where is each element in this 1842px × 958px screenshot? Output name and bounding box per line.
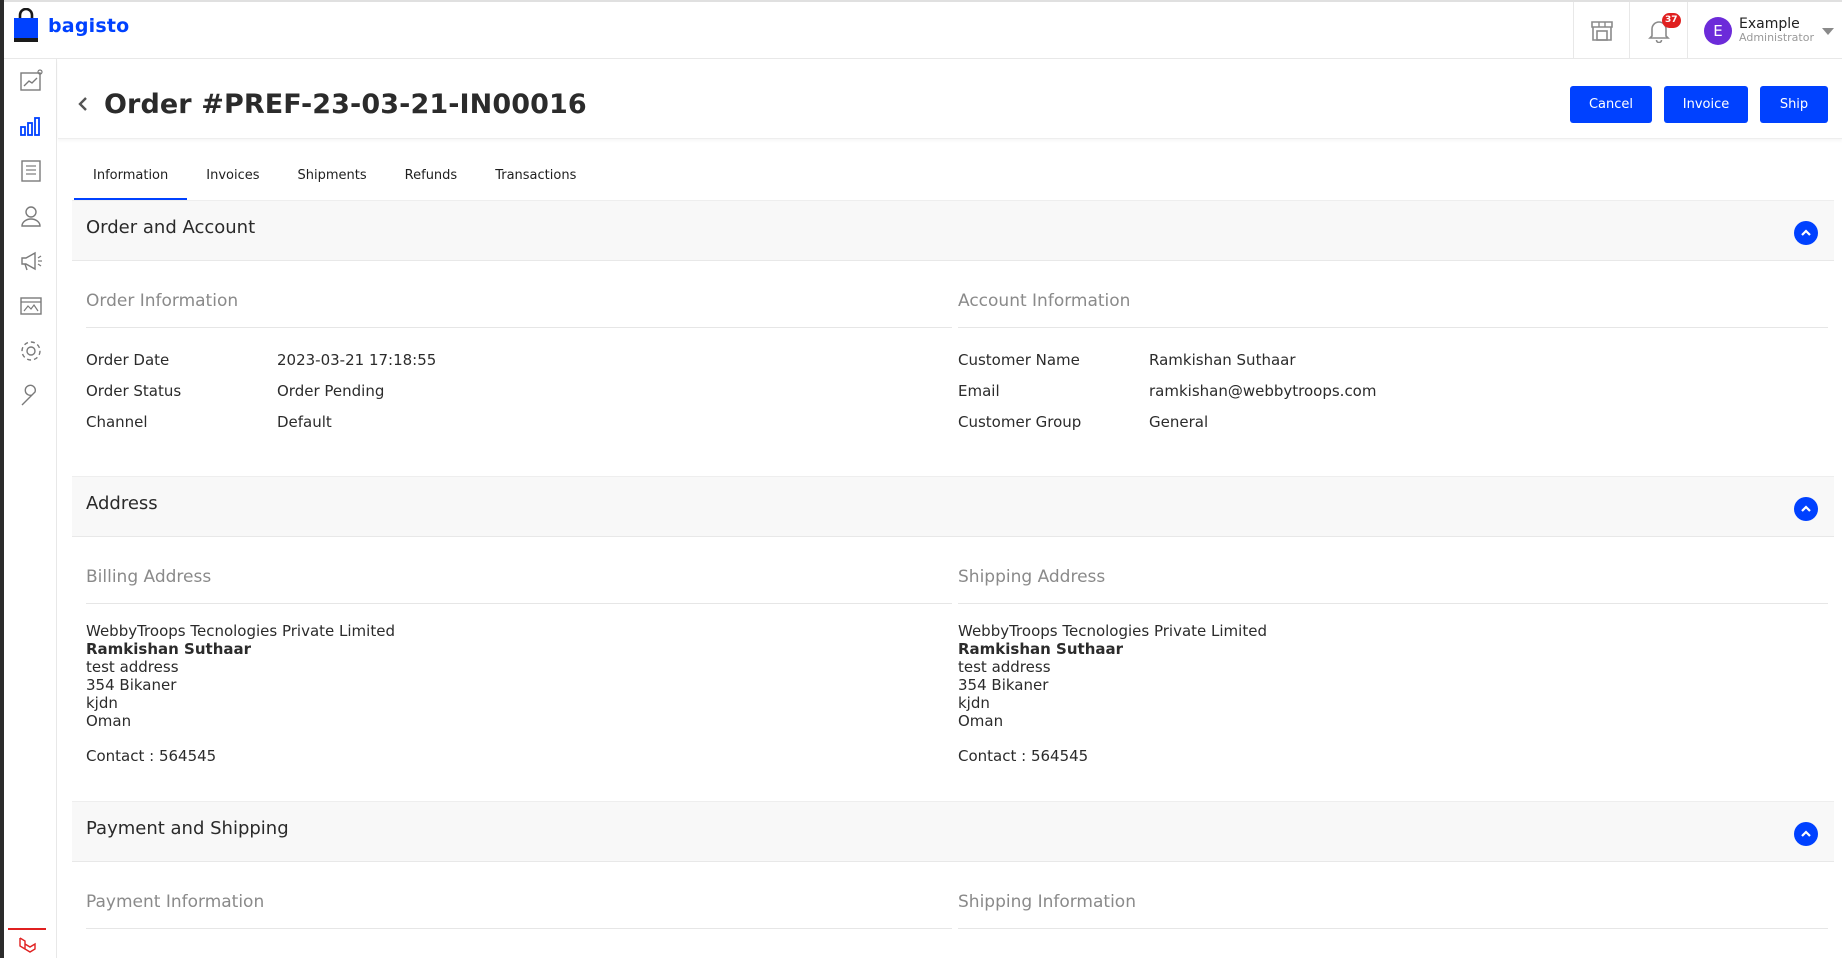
shipping-contact: Contact : 564545	[958, 747, 1089, 765]
billing-company: WebbyTroops Tecnologies Private Limited	[86, 622, 395, 640]
divider	[958, 928, 1828, 929]
shopping-bag-logo-icon	[14, 8, 38, 42]
notifications-button[interactable]: 37	[1629, 2, 1687, 59]
chevron-up-icon	[1801, 229, 1811, 236]
customer-group-value: General	[1149, 413, 1209, 431]
account-information-heading: Account Information	[958, 291, 1131, 311]
brand-name: bagisto	[48, 15, 130, 37]
shipping-line1: test address	[958, 658, 1051, 676]
collapse-button[interactable]	[1794, 221, 1818, 245]
collapse-button[interactable]	[1794, 497, 1818, 521]
customers-icon[interactable]	[18, 203, 44, 229]
order-tabs: Information Invoices Shipments Refunds T…	[74, 159, 595, 200]
shipping-line3: kjdn	[958, 694, 990, 712]
laravel-debug-toggle[interactable]	[8, 928, 46, 958]
notification-count-badge: 37	[1662, 13, 1681, 28]
user-role: Administrator	[1739, 31, 1814, 45]
address-section-header[interactable]: Address	[72, 476, 1834, 537]
order-status-value: Order Pending	[277, 382, 385, 400]
billing-address-heading: Billing Address	[86, 567, 212, 587]
customer-group-label: Customer Group	[958, 413, 1082, 431]
gear-icon[interactable]	[18, 338, 44, 364]
billing-country: Oman	[86, 712, 132, 730]
billing-line3: kjdn	[86, 694, 118, 712]
sales-icon[interactable]	[18, 113, 44, 139]
user-menu[interactable]: E Example Administrator	[1687, 2, 1842, 59]
order-information-heading: Order Information	[86, 291, 239, 311]
brand-logo[interactable]: bagisto	[12, 8, 129, 44]
ship-button[interactable]: Ship	[1760, 86, 1828, 123]
section-title: Address	[86, 493, 158, 514]
tab-transactions[interactable]: Transactions	[476, 159, 595, 200]
customer-name-label: Customer Name	[958, 351, 1080, 369]
store-icon	[1590, 20, 1613, 41]
cms-icon[interactable]	[18, 293, 44, 319]
chevron-down-icon	[1822, 28, 1834, 35]
top-header: bagisto 37 E Example Administrator	[4, 2, 1842, 59]
invoice-button[interactable]: Invoice	[1664, 86, 1748, 123]
billing-address-block: WebbyTroops Tecnologies Private Limited …	[86, 622, 395, 765]
page-title: Order #PREF-23-03-21-IN00016	[104, 89, 587, 120]
user-meta: Example Administrator	[1739, 16, 1814, 45]
order-actions: Cancel Invoice Ship	[1570, 86, 1828, 123]
shipping-address-heading: Shipping Address	[958, 567, 1106, 587]
divider	[958, 327, 1828, 328]
storefront-button[interactable]	[1573, 2, 1629, 59]
email-label: Email	[958, 382, 1000, 400]
shipping-information-heading: Shipping Information	[958, 892, 1136, 912]
shipping-line2: 354 Bikaner	[958, 676, 1049, 694]
billing-line1: test address	[86, 658, 179, 676]
email-value: ramkishan@webbytroops.com	[1149, 382, 1377, 400]
order-date-value: 2023-03-21 17:18:55	[277, 351, 437, 369]
order-account-section-header[interactable]: Order and Account	[72, 200, 1834, 261]
sidebar-nav	[4, 59, 57, 958]
back-arrow-icon[interactable]	[76, 97, 90, 111]
divider	[86, 603, 952, 604]
payment-shipping-section-header[interactable]: Payment and Shipping	[72, 801, 1834, 862]
cancel-button[interactable]: Cancel	[1570, 86, 1652, 123]
tab-information[interactable]: Information	[74, 159, 188, 200]
order-status-label: Order Status	[86, 382, 182, 400]
divider	[958, 603, 1828, 604]
channel-value: Default	[277, 413, 332, 431]
billing-contact: Contact : 564545	[86, 747, 217, 765]
chevron-up-icon	[1801, 830, 1811, 837]
page-header: Order #PREF-23-03-21-IN00016 Cancel Invo…	[58, 59, 1842, 139]
tab-refunds[interactable]: Refunds	[386, 159, 477, 200]
marketing-icon[interactable]	[18, 248, 44, 274]
shipping-address-block: WebbyTroops Tecnologies Private Limited …	[958, 622, 1267, 765]
divider	[86, 928, 952, 929]
header-actions: 37 E Example Administrator	[1573, 2, 1842, 59]
billing-name: Ramkishan Suthaar	[86, 640, 252, 658]
avatar: E	[1704, 16, 1732, 45]
user-name: Example	[1739, 16, 1800, 33]
tab-shipments[interactable]: Shipments	[279, 159, 386, 200]
section-title: Payment and Shipping	[86, 818, 289, 839]
payment-information-heading: Payment Information	[86, 892, 265, 912]
order-date-label: Order Date	[86, 351, 170, 369]
shipping-company: WebbyTroops Tecnologies Private Limited	[958, 622, 1267, 640]
dashboard-icon[interactable]	[18, 68, 44, 94]
divider	[86, 327, 952, 328]
main-content: Order #PREF-23-03-21-IN00016 Cancel Invo…	[58, 59, 1842, 958]
channel-label: Channel	[86, 413, 148, 431]
chevron-up-icon	[1801, 505, 1811, 512]
section-title: Order and Account	[86, 217, 256, 238]
customer-name-value[interactable]: Ramkishan Suthaar	[1149, 351, 1296, 369]
laravel-icon	[19, 937, 36, 953]
shipping-name: Ramkishan Suthaar	[958, 640, 1124, 658]
collapse-button[interactable]	[1794, 822, 1818, 846]
shipping-country: Oman	[958, 712, 1004, 730]
tab-invoices[interactable]: Invoices	[187, 159, 278, 200]
billing-line2: 354 Bikaner	[86, 676, 177, 694]
catalog-icon[interactable]	[18, 158, 44, 184]
wrench-icon[interactable]	[18, 383, 44, 409]
